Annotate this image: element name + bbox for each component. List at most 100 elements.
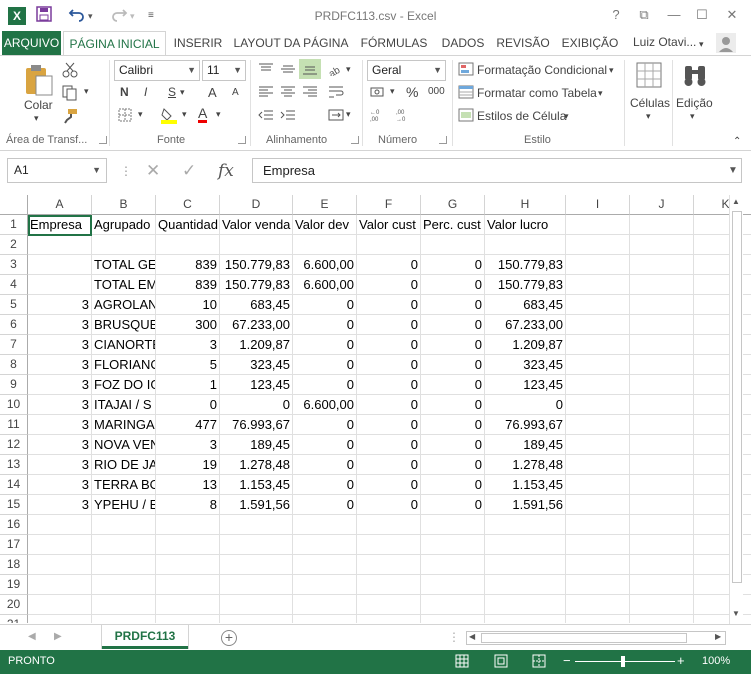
font-color-dropdown-icon[interactable]: ▾: [216, 109, 221, 120]
zoom-in-button[interactable]: +: [677, 653, 685, 668]
row-header[interactable]: 1: [0, 215, 28, 235]
grid-cell[interactable]: 0: [357, 355, 421, 375]
grid-cell[interactable]: [357, 575, 421, 595]
grid-cell[interactable]: [28, 555, 92, 575]
grid-cell[interactable]: 0: [293, 495, 357, 515]
grid-cell[interactable]: 123,45: [220, 375, 293, 395]
grid-cell[interactable]: [630, 555, 694, 575]
grid-cell[interactable]: [630, 255, 694, 275]
align-middle-icon[interactable]: [280, 62, 296, 76]
spreadsheet-grid[interactable]: A B C D E F G H I J K 1 Empresa Agrupado Quantidad Valo…: [0, 191, 751, 623]
column-header[interactable]: E: [293, 195, 357, 215]
grid-cell[interactable]: [220, 575, 293, 595]
grid-cell[interactable]: 0: [357, 455, 421, 475]
grid-cell[interactable]: [293, 515, 357, 535]
row-header[interactable]: 19: [0, 575, 28, 595]
grid-cell[interactable]: [92, 535, 156, 555]
grid-cell[interactable]: 189,45: [485, 435, 566, 455]
format-as-table-button[interactable]: Formatar como Tabela: [477, 86, 597, 100]
cell-styles-button[interactable]: Estilos de Célula: [477, 109, 566, 123]
grid-cell[interactable]: [566, 435, 630, 455]
grid-cell[interactable]: [293, 595, 357, 615]
grid-cell[interactable]: [220, 615, 293, 623]
scroll-up-icon[interactable]: ▲: [732, 197, 740, 206]
orientation-icon[interactable]: ab: [327, 62, 344, 80]
row-header[interactable]: 11: [0, 415, 28, 435]
grid-cell[interactable]: [28, 615, 92, 623]
select-all-corner[interactable]: [0, 195, 28, 215]
minimize-button[interactable]: —: [664, 7, 684, 22]
grid-cell[interactable]: 8: [156, 495, 220, 515]
grid-cell[interactable]: 1.209,87: [485, 335, 566, 355]
next-sheet-icon[interactable]: ▶: [54, 631, 62, 642]
grid-cell[interactable]: 0: [421, 315, 485, 335]
grid-cell[interactable]: [485, 235, 566, 255]
grid-cell[interactable]: 67.233,00: [485, 315, 566, 335]
cell-styles-icon[interactable]: [458, 108, 474, 122]
grid-cell[interactable]: [293, 615, 357, 623]
comma-style-button[interactable]: 000: [428, 86, 445, 97]
grid-cell[interactable]: [28, 595, 92, 615]
accounting-format-icon[interactable]: [370, 85, 386, 99]
accounting-dropdown-icon[interactable]: ▾: [390, 86, 395, 97]
grid-cell[interactable]: Valor lucro: [485, 215, 566, 235]
grid-cell[interactable]: 76.993,67: [485, 415, 566, 435]
grid-cell[interactable]: 0: [421, 495, 485, 515]
grid-cell[interactable]: [485, 535, 566, 555]
column-header[interactable]: J: [630, 195, 694, 215]
grid-cell[interactable]: 3: [28, 415, 92, 435]
grid-cell[interactable]: 0: [421, 375, 485, 395]
grid-cell[interactable]: [566, 515, 630, 535]
grid-cell[interactable]: 300: [156, 315, 220, 335]
grid-cell[interactable]: [92, 575, 156, 595]
grid-cell[interactable]: 19: [156, 455, 220, 475]
grid-cell[interactable]: [566, 415, 630, 435]
grid-cell[interactable]: [421, 615, 485, 623]
grid-cell[interactable]: 76.993,67: [220, 415, 293, 435]
grid-cell[interactable]: 0: [357, 395, 421, 415]
grid-cell[interactable]: [566, 235, 630, 255]
grid-cell[interactable]: 1.591,56: [220, 495, 293, 515]
grid-cell[interactable]: [28, 515, 92, 535]
scroll-right-icon[interactable]: ▶: [715, 632, 721, 641]
copy-icon[interactable]: [62, 85, 78, 101]
grid-cell[interactable]: [92, 555, 156, 575]
grid-cell[interactable]: [566, 475, 630, 495]
grid-cell[interactable]: [28, 275, 92, 295]
copy-dropdown-icon[interactable]: ▾: [84, 86, 89, 97]
grid-cell[interactable]: [566, 335, 630, 355]
grid-cell[interactable]: [220, 535, 293, 555]
font-size-combo[interactable]: 11 ▼: [202, 60, 246, 81]
align-bottom-icon[interactable]: [299, 59, 321, 79]
grid-cell[interactable]: 0: [357, 335, 421, 355]
grid-cell[interactable]: Perc. cust: [421, 215, 485, 235]
grid-cell[interactable]: 0: [421, 395, 485, 415]
grid-cell[interactable]: 3: [28, 495, 92, 515]
column-header[interactable]: D: [220, 195, 293, 215]
grid-cell[interactable]: YPEHU / E: [92, 495, 156, 515]
shrink-font-button[interactable]: A: [232, 87, 239, 98]
borders-dropdown-icon[interactable]: ▾: [138, 109, 143, 120]
grid-cell[interactable]: 0: [220, 395, 293, 415]
grid-cell[interactable]: CIANORTE: [92, 335, 156, 355]
align-left-icon[interactable]: [258, 85, 274, 99]
row-header[interactable]: 2: [0, 235, 28, 255]
orientation-dropdown-icon[interactable]: ▾: [346, 64, 351, 75]
grid-cell[interactable]: 0: [357, 295, 421, 315]
grid-cell[interactable]: 477: [156, 415, 220, 435]
grid-cell[interactable]: [630, 355, 694, 375]
zoom-level[interactable]: 100%: [702, 655, 730, 667]
grid-cell[interactable]: 3: [28, 395, 92, 415]
grid-cell[interactable]: [357, 555, 421, 575]
grid-cell[interactable]: 0: [421, 435, 485, 455]
grid-cell[interactable]: FOZ DO IG: [92, 375, 156, 395]
row-header[interactable]: 15: [0, 495, 28, 515]
row-header[interactable]: 3: [0, 255, 28, 275]
grid-cell[interactable]: [630, 495, 694, 515]
grid-cell[interactable]: Valor venda: [220, 215, 293, 235]
alignment-launcher-icon[interactable]: [351, 136, 359, 144]
column-header[interactable]: I: [566, 195, 630, 215]
grid-cell[interactable]: [630, 615, 694, 623]
tab-inserir[interactable]: INSERIR: [170, 31, 226, 56]
grid-cell[interactable]: 3: [28, 335, 92, 355]
